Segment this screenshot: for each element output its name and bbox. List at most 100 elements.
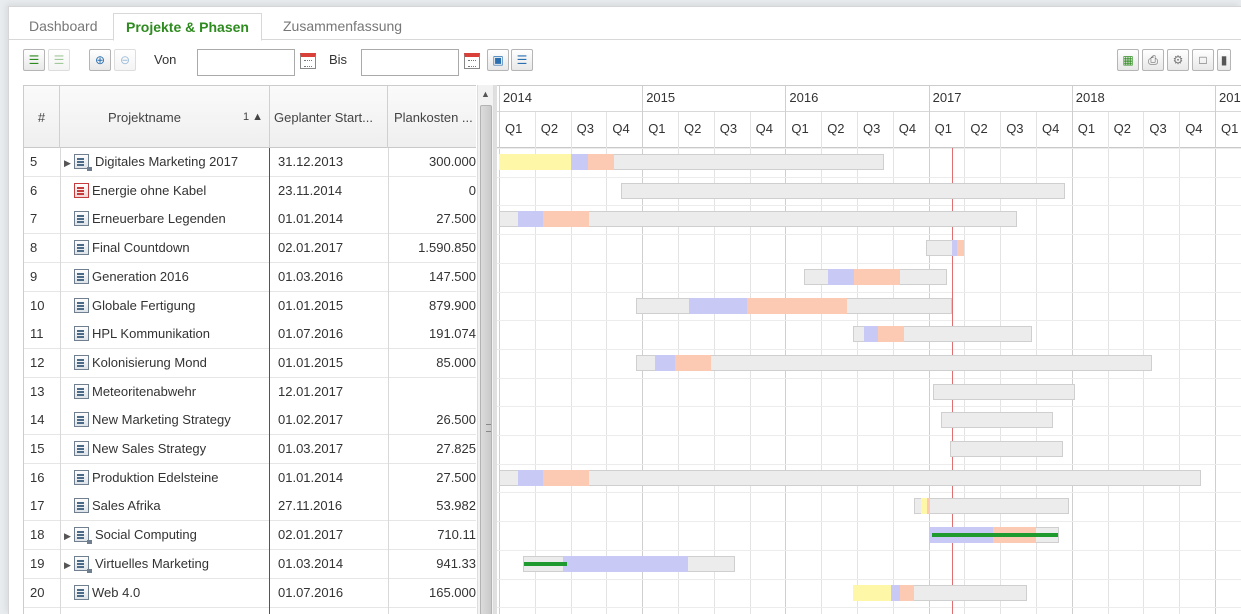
gantt-bar[interactable] bbox=[499, 211, 1018, 228]
to-date-input[interactable] bbox=[361, 49, 459, 76]
scroll-up-icon[interactable]: ▲ bbox=[481, 89, 490, 99]
column-header-number[interactable]: # bbox=[24, 86, 60, 148]
gantt-phase-segment[interactable] bbox=[655, 354, 676, 371]
project-name-cell[interactable]: ▶ Social Computing bbox=[64, 521, 268, 549]
tab-summary[interactable]: Zusammenfassung bbox=[271, 13, 414, 41]
column-header-cost[interactable]: Plankosten ... bbox=[388, 86, 476, 148]
gantt-chart: 201420152016201720182019 Q1Q2Q3Q4Q1Q2Q3Q… bbox=[497, 85, 1241, 614]
gantt-bar[interactable] bbox=[852, 584, 1028, 601]
expand-arrow-icon[interactable]: ▶ bbox=[64, 551, 74, 578]
gantt-phase-segment[interactable] bbox=[957, 240, 965, 257]
project-name-cell[interactable]: Erneuerbare Legenden bbox=[64, 205, 268, 233]
project-name-cell[interactable]: HPL Kommunikation bbox=[64, 320, 268, 348]
gantt-phase-segment[interactable] bbox=[927, 498, 930, 515]
project-name-cell[interactable]: Final Countdown bbox=[64, 234, 268, 262]
table-row[interactable]: 11 HPL Kommunikation 01.07.2016 191.074 bbox=[24, 320, 476, 350]
project-name-cell[interactable]: Kolonisierung Mond bbox=[64, 349, 268, 377]
project-name-cell[interactable]: Energie ohne Kabel bbox=[64, 177, 268, 205]
from-date-input[interactable] bbox=[197, 49, 295, 76]
zoom-in-button[interactable]: ⊕ bbox=[89, 49, 111, 71]
table-row[interactable]: 5 ▶ Digitales Marketing 2017 31.12.2013 300.… bbox=[24, 148, 476, 177]
gantt-phase-segment[interactable] bbox=[543, 469, 590, 486]
gantt-phase-segment[interactable] bbox=[570, 154, 588, 170]
gantt-phase-segment[interactable] bbox=[828, 268, 855, 285]
project-name-cell[interactable]: Sales Afrika bbox=[64, 492, 268, 520]
expand-tree-button[interactable]: ☰ bbox=[23, 49, 45, 71]
export-button[interactable]: □ bbox=[1192, 49, 1214, 71]
tab-projects-phases[interactable]: Projekte & Phasen bbox=[113, 13, 262, 41]
gantt-bar[interactable] bbox=[636, 297, 952, 314]
gantt-phase-segment[interactable] bbox=[852, 584, 892, 601]
table-row[interactable]: 8 Final Countdown 02.01.2017 1.590.850 bbox=[24, 234, 476, 264]
gantt-bar[interactable] bbox=[852, 326, 1032, 343]
gantt-bar[interactable] bbox=[932, 383, 1075, 400]
gantt-phase-segment[interactable] bbox=[675, 354, 711, 371]
gantt-phase-segment[interactable] bbox=[499, 154, 571, 170]
project-name-cell[interactable]: Web 4.0 bbox=[64, 579, 268, 607]
gantt-phase-segment[interactable] bbox=[891, 584, 900, 601]
table-row[interactable]: 9 Generation 2016 01.03.2016 147.500 bbox=[24, 262, 476, 292]
gantt-phase-segment[interactable] bbox=[854, 268, 900, 285]
expand-arrow-icon[interactable]: ▶ bbox=[64, 522, 74, 549]
more-button[interactable]: ▮ bbox=[1217, 49, 1231, 71]
gantt-bar[interactable] bbox=[914, 498, 1069, 515]
table-row[interactable]: 20 Web 4.0 01.07.2016 165.000 bbox=[24, 578, 476, 608]
gantt-bar[interactable] bbox=[928, 527, 1059, 544]
column-header-start[interactable]: Geplanter Start... bbox=[270, 86, 388, 148]
gantt-phase-segment[interactable] bbox=[517, 211, 544, 228]
project-name-cell[interactable]: Globale Fertigung bbox=[64, 292, 268, 320]
table-row[interactable]: 18 ▶ Social Computing 02.01.2017 710.11 bbox=[24, 521, 476, 551]
table-row[interactable]: 19 ▶ Virtuelles Marketing 01.03.2014 941.33 bbox=[24, 549, 476, 579]
gantt-phase-segment[interactable] bbox=[899, 584, 915, 601]
gantt-phase-segment[interactable] bbox=[543, 211, 590, 228]
gantt-bar[interactable] bbox=[636, 354, 1152, 371]
table-row[interactable]: 15 New Sales Strategy 01.03.2017 27.825 bbox=[24, 435, 476, 464]
table-row[interactable]: 12 Kolonisierung Mond 01.01.2015 85.000 bbox=[24, 348, 476, 378]
table-row[interactable]: 16 Produktion Edelsteine 01.01.2014 27.500 bbox=[24, 463, 476, 493]
project-name-cell[interactable]: ▶ Digitales Marketing 2017 bbox=[64, 148, 268, 176]
gantt-bar[interactable] bbox=[523, 555, 736, 572]
gantt-phase-segment[interactable] bbox=[746, 297, 847, 314]
project-name-cell[interactable]: Generation 2016 bbox=[64, 263, 268, 291]
gantt-phase-segment[interactable] bbox=[864, 326, 879, 343]
table-row[interactable]: 10 Globale Fertigung 01.01.2015 879.900 bbox=[24, 291, 476, 321]
scroll-thumb[interactable] bbox=[480, 105, 492, 614]
gantt-bar[interactable] bbox=[499, 154, 885, 170]
excel-export-button[interactable]: ▦ bbox=[1117, 49, 1139, 71]
to-calendar-icon[interactable] bbox=[464, 53, 480, 69]
gantt-bar[interactable] bbox=[499, 469, 1201, 486]
table-row[interactable]: 6 Energie ohne Kabel 23.11.2014 0 bbox=[24, 176, 476, 206]
table-row[interactable]: 17 Sales Afrika 27.11.2016 53.982 bbox=[24, 492, 476, 522]
project-name-cell[interactable]: New Sales Strategy bbox=[64, 435, 268, 463]
tab-dashboard[interactable]: Dashboard bbox=[17, 13, 110, 41]
gantt-bar[interactable] bbox=[620, 182, 1065, 199]
gantt-bar[interactable] bbox=[950, 441, 1064, 457]
gantt-bar[interactable] bbox=[941, 412, 1054, 429]
project-name-cell[interactable]: ▶ Virtuelles Marketing bbox=[64, 550, 268, 578]
table-row[interactable]: 14 New Marketing Strategy 01.02.2017 26.500 bbox=[24, 406, 476, 436]
gantt-phase-segment[interactable] bbox=[587, 154, 614, 170]
column-header-name[interactable]: Projektname 1 ▲ bbox=[60, 86, 270, 148]
gantt-phase-segment[interactable] bbox=[689, 297, 747, 314]
gantt-phase-segment[interactable] bbox=[878, 326, 905, 343]
collapse-tree-button[interactable]: ☰ bbox=[48, 49, 70, 71]
project-name-cell[interactable]: Meteoritenabwehr bbox=[64, 378, 268, 406]
grid-scrollbar[interactable]: ▲ bbox=[477, 85, 494, 614]
gantt-bar[interactable] bbox=[925, 240, 965, 257]
gantt-phase-segment[interactable] bbox=[517, 469, 544, 486]
table-row[interactable]: 7 Erneuerbare Legenden 01.01.2014 27.500 bbox=[24, 205, 476, 235]
chart-view-button[interactable]: ▣ bbox=[487, 49, 509, 71]
gantt-bar[interactable] bbox=[804, 268, 948, 285]
gantt-phase-segment[interactable] bbox=[563, 555, 689, 572]
expand-arrow-icon[interactable]: ▶ bbox=[64, 149, 74, 176]
settings-button[interactable]: ⚙ bbox=[1167, 49, 1189, 71]
print-button[interactable]: ⎙ bbox=[1142, 49, 1164, 71]
row-gridline bbox=[497, 549, 1241, 551]
list-view-button[interactable]: ☰ bbox=[511, 49, 533, 71]
from-calendar-icon[interactable] bbox=[300, 53, 316, 69]
project-name-cell[interactable]: New Marketing Strategy bbox=[64, 406, 268, 434]
table-row[interactable]: 13 Meteoritenabwehr 12.01.2017 bbox=[24, 377, 476, 407]
project-name-cell[interactable]: Produktion Edelsteine bbox=[64, 464, 268, 492]
zoom-out-button[interactable]: ⊖ bbox=[114, 49, 136, 71]
quarter-label: Q2 bbox=[970, 121, 988, 136]
